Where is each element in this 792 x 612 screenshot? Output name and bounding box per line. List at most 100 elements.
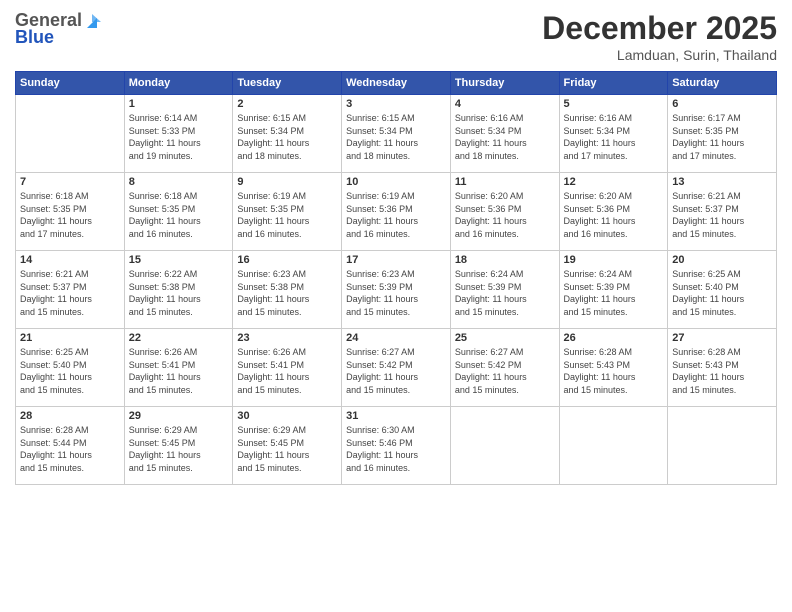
day-number: 28	[20, 410, 120, 422]
day-info: Sunrise: 6:26 AM Sunset: 5:41 PM Dayligh…	[129, 346, 229, 396]
calendar-cell: 24 Sunrise: 6:27 AM Sunset: 5:42 PM Dayli…	[342, 329, 451, 407]
calendar-cell: 19 Sunrise: 6:24 AM Sunset: 5:39 PM Dayli…	[559, 251, 668, 329]
day-number: 3	[346, 98, 446, 110]
day-number: 6	[672, 98, 772, 110]
weekday-header-monday: Monday	[124, 72, 233, 95]
day-number: 18	[455, 254, 555, 266]
calendar-cell: 4Sunrise: 6:16 AM Sunset: 5:34 PM Daylig…	[450, 95, 559, 173]
calendar-cell: 20 Sunrise: 6:25 AM Sunset: 5:40 PM Dayli…	[668, 251, 777, 329]
calendar-cell: 6 Sunrise: 6:17 AM Sunset: 5:35 PM Daylig…	[668, 95, 777, 173]
calendar-cell: 17 Sunrise: 6:23 AM Sunset: 5:39 PM Dayli…	[342, 251, 451, 329]
day-number: 7	[20, 176, 120, 188]
day-info: Sunrise: 6:16 AM Sunset: 5:34 PM Dayligh…	[564, 112, 664, 162]
weekday-header-thursday: Thursday	[450, 72, 559, 95]
day-number: 13	[672, 176, 772, 188]
calendar-cell: 15 Sunrise: 6:22 AM Sunset: 5:38 PM Dayli…	[124, 251, 233, 329]
day-info: Sunrise: 6:27 AM Sunset: 5:42 PM Dayligh…	[346, 346, 446, 396]
calendar-cell: 1 Sunrise: 6:14 AM Sunset: 5:33 PM Daylig…	[124, 95, 233, 173]
day-info: Sunrise: 6:30 AM Sunset: 5:46 PM Dayligh…	[346, 424, 446, 474]
day-info: Sunrise: 6:23 AM Sunset: 5:39 PM Dayligh…	[346, 268, 446, 318]
day-number: 9	[237, 176, 337, 188]
day-info: Sunrise: 6:24 AM Sunset: 5:39 PM Dayligh…	[564, 268, 664, 318]
day-info: Sunrise: 6:28 AM Sunset: 5:44 PM Dayligh…	[20, 424, 120, 474]
calendar-week-4: 21 Sunrise: 6:25 AM Sunset: 5:40 PM Dayli…	[16, 329, 777, 407]
calendar-header: SundayMondayTuesdayWednesdayThursdayFrid…	[16, 72, 777, 95]
day-info: Sunrise: 6:21 AM Sunset: 5:37 PM Dayligh…	[20, 268, 120, 318]
day-number: 22	[129, 332, 229, 344]
calendar-cell: 22 Sunrise: 6:26 AM Sunset: 5:41 PM Dayli…	[124, 329, 233, 407]
day-info: Sunrise: 6:20 AM Sunset: 5:36 PM Dayligh…	[564, 190, 664, 240]
day-number: 12	[564, 176, 664, 188]
day-number: 19	[564, 254, 664, 266]
calendar-cell: 29Sunrise: 6:29 AM Sunset: 5:45 PM Dayli…	[124, 407, 233, 485]
day-number: 24	[346, 332, 446, 344]
calendar-cell: 21 Sunrise: 6:25 AM Sunset: 5:40 PM Dayli…	[16, 329, 125, 407]
calendar-table: SundayMondayTuesdayWednesdayThursdayFrid…	[15, 71, 777, 485]
title-block: December 2025 Lamduan, Surin, Thailand	[542, 10, 777, 63]
day-number: 16	[237, 254, 337, 266]
day-info: Sunrise: 6:18 AM Sunset: 5:35 PM Dayligh…	[129, 190, 229, 240]
calendar-cell: 28 Sunrise: 6:28 AM Sunset: 5:44 PM Dayli…	[16, 407, 125, 485]
calendar-cell: 25Sunrise: 6:27 AM Sunset: 5:42 PM Dayli…	[450, 329, 559, 407]
month-title: December 2025	[542, 10, 777, 47]
day-number: 29	[129, 410, 229, 422]
day-number: 26	[564, 332, 664, 344]
day-number: 31	[346, 410, 446, 422]
day-number: 30	[237, 410, 337, 422]
weekday-header-row: SundayMondayTuesdayWednesdayThursdayFrid…	[16, 72, 777, 95]
calendar-cell: 2Sunrise: 6:15 AM Sunset: 5:34 PM Daylig…	[233, 95, 342, 173]
calendar-cell: 12 Sunrise: 6:20 AM Sunset: 5:36 PM Dayli…	[559, 173, 668, 251]
day-number: 23	[237, 332, 337, 344]
day-info: Sunrise: 6:25 AM Sunset: 5:40 PM Dayligh…	[672, 268, 772, 318]
calendar-cell: 27Sunrise: 6:28 AM Sunset: 5:43 PM Dayli…	[668, 329, 777, 407]
day-number: 5	[564, 98, 664, 110]
day-number: 25	[455, 332, 555, 344]
day-info: Sunrise: 6:23 AM Sunset: 5:38 PM Dayligh…	[237, 268, 337, 318]
day-number: 8	[129, 176, 229, 188]
day-info: Sunrise: 6:14 AM Sunset: 5:33 PM Dayligh…	[129, 112, 229, 162]
weekday-header-saturday: Saturday	[668, 72, 777, 95]
logo-blue-text: Blue	[15, 27, 54, 48]
day-info: Sunrise: 6:20 AM Sunset: 5:36 PM Dayligh…	[455, 190, 555, 240]
day-info: Sunrise: 6:26 AM Sunset: 5:41 PM Dayligh…	[237, 346, 337, 396]
calendar-container: General Blue December 2025 Lamduan, Suri…	[0, 0, 792, 612]
day-number: 20	[672, 254, 772, 266]
day-number: 15	[129, 254, 229, 266]
calendar-cell	[450, 407, 559, 485]
calendar-week-2: 7 Sunrise: 6:18 AM Sunset: 5:35 PM Daylig…	[16, 173, 777, 251]
day-number: 17	[346, 254, 446, 266]
day-info: Sunrise: 6:16 AM Sunset: 5:34 PM Dayligh…	[455, 112, 555, 162]
day-info: Sunrise: 6:17 AM Sunset: 5:35 PM Dayligh…	[672, 112, 772, 162]
calendar-week-3: 14Sunrise: 6:21 AM Sunset: 5:37 PM Dayli…	[16, 251, 777, 329]
calendar-cell: 7 Sunrise: 6:18 AM Sunset: 5:35 PM Daylig…	[16, 173, 125, 251]
day-number: 11	[455, 176, 555, 188]
calendar-week-5: 28 Sunrise: 6:28 AM Sunset: 5:44 PM Dayli…	[16, 407, 777, 485]
weekday-header-friday: Friday	[559, 72, 668, 95]
calendar-cell: 23 Sunrise: 6:26 AM Sunset: 5:41 PM Dayli…	[233, 329, 342, 407]
day-number: 27	[672, 332, 772, 344]
weekday-header-tuesday: Tuesday	[233, 72, 342, 95]
calendar-cell: 5 Sunrise: 6:16 AM Sunset: 5:34 PM Daylig…	[559, 95, 668, 173]
calendar-cell	[16, 95, 125, 173]
calendar-body: 1 Sunrise: 6:14 AM Sunset: 5:33 PM Daylig…	[16, 95, 777, 485]
calendar-cell: 10Sunrise: 6:19 AM Sunset: 5:36 PM Dayli…	[342, 173, 451, 251]
day-info: Sunrise: 6:18 AM Sunset: 5:35 PM Dayligh…	[20, 190, 120, 240]
calendar-cell: 26Sunrise: 6:28 AM Sunset: 5:43 PM Dayli…	[559, 329, 668, 407]
calendar-cell	[668, 407, 777, 485]
weekday-header-wednesday: Wednesday	[342, 72, 451, 95]
day-number: 21	[20, 332, 120, 344]
day-info: Sunrise: 6:24 AM Sunset: 5:39 PM Dayligh…	[455, 268, 555, 318]
day-info: Sunrise: 6:19 AM Sunset: 5:35 PM Dayligh…	[237, 190, 337, 240]
day-info: Sunrise: 6:22 AM Sunset: 5:38 PM Dayligh…	[129, 268, 229, 318]
calendar-cell: 14Sunrise: 6:21 AM Sunset: 5:37 PM Dayli…	[16, 251, 125, 329]
logo-icon	[83, 12, 101, 30]
day-info: Sunrise: 6:25 AM Sunset: 5:40 PM Dayligh…	[20, 346, 120, 396]
day-info: Sunrise: 6:15 AM Sunset: 5:34 PM Dayligh…	[237, 112, 337, 162]
day-number: 10	[346, 176, 446, 188]
calendar-cell: 3Sunrise: 6:15 AM Sunset: 5:34 PM Daylig…	[342, 95, 451, 173]
calendar-cell: 11 Sunrise: 6:20 AM Sunset: 5:36 PM Dayli…	[450, 173, 559, 251]
logo: General Blue	[15, 10, 101, 48]
calendar-cell: 18 Sunrise: 6:24 AM Sunset: 5:39 PM Dayli…	[450, 251, 559, 329]
location-subtitle: Lamduan, Surin, Thailand	[542, 47, 777, 63]
day-number: 1	[129, 98, 229, 110]
